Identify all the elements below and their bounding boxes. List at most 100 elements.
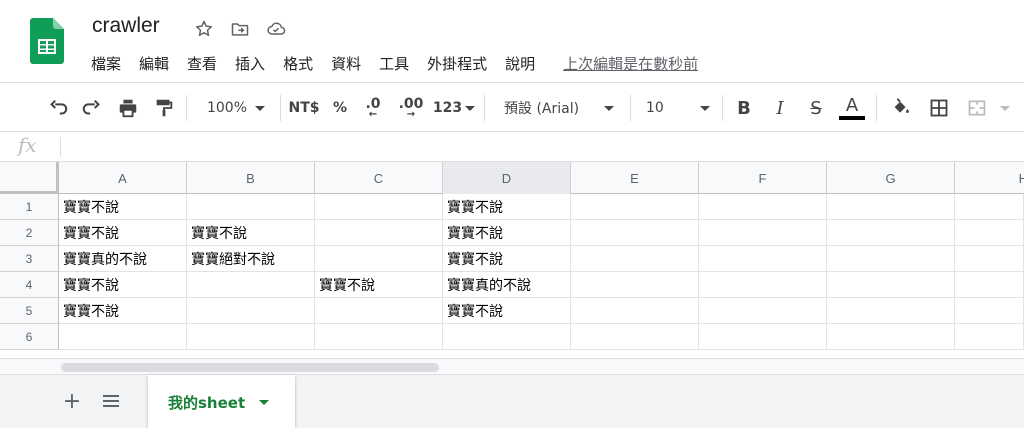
cell-c3[interactable] xyxy=(315,246,443,272)
cell-c2[interactable] xyxy=(315,220,443,246)
cell-c4[interactable]: 寶寶不說 xyxy=(315,272,443,298)
cell-g4[interactable] xyxy=(827,272,955,298)
column-header-a[interactable]: A xyxy=(59,162,187,194)
cell-b2[interactable]: 寶寶不說 xyxy=(187,220,315,246)
column-header-f[interactable]: F xyxy=(699,162,827,194)
cell-e1[interactable] xyxy=(571,194,699,220)
merge-cells-icon[interactable] xyxy=(962,83,992,133)
cell-b4[interactable] xyxy=(187,272,315,298)
bold-button[interactable]: B xyxy=(732,83,756,133)
cell-e6[interactable] xyxy=(571,324,699,350)
cell-b5[interactable] xyxy=(187,298,315,324)
italic-button[interactable]: I xyxy=(768,83,792,133)
cell-g2[interactable] xyxy=(827,220,955,246)
row-header-1[interactable]: 1 xyxy=(0,194,59,220)
column-header-d[interactable]: D xyxy=(443,162,571,194)
cell-d3[interactable]: 寶寶不說 xyxy=(443,246,571,272)
star-icon[interactable] xyxy=(193,18,215,40)
last-edit-link[interactable]: 上次編輯是在數秒前 xyxy=(563,53,698,74)
menu-help[interactable]: 說明 xyxy=(505,53,535,74)
strikethrough-button[interactable]: S xyxy=(804,83,828,133)
cell-b3[interactable]: 寶寶絕對不說 xyxy=(187,246,315,272)
row-header-3[interactable]: 3 xyxy=(0,246,59,272)
cell-a2[interactable]: 寶寶不說 xyxy=(59,220,187,246)
cell-a1[interactable]: 寶寶不說 xyxy=(59,194,187,220)
menu-tools[interactable]: 工具 xyxy=(379,53,409,74)
column-header-b[interactable]: B xyxy=(187,162,315,194)
fill-color-icon[interactable] xyxy=(888,83,914,133)
select-all-corner[interactable] xyxy=(0,162,59,194)
cell-f4[interactable] xyxy=(699,272,827,298)
borders-icon[interactable] xyxy=(926,83,952,133)
cell-b6[interactable] xyxy=(187,324,315,350)
cell-d5[interactable]: 寶寶不說 xyxy=(443,298,571,324)
cell-d2[interactable]: 寶寶不說 xyxy=(443,220,571,246)
cell-a4[interactable]: 寶寶不說 xyxy=(59,272,187,298)
cell-g5[interactable] xyxy=(827,298,955,324)
cell-f1[interactable] xyxy=(699,194,827,220)
redo-icon[interactable] xyxy=(78,83,106,133)
cell-e2[interactable] xyxy=(571,220,699,246)
cell-a3[interactable]: 寶寶真的不說 xyxy=(59,246,187,272)
row-header-6[interactable]: 6 xyxy=(0,324,59,350)
column-header-c[interactable]: C xyxy=(315,162,443,194)
chevron-down-icon[interactable] xyxy=(259,399,270,405)
cell-d1[interactable]: 寶寶不說 xyxy=(443,194,571,220)
row-header-4[interactable]: 4 xyxy=(0,272,59,298)
merge-options-chevron-icon[interactable] xyxy=(996,83,1014,133)
cell-c5[interactable] xyxy=(315,298,443,324)
cell-g6[interactable] xyxy=(827,324,955,350)
scrollbar-thumb[interactable] xyxy=(61,363,439,372)
cell-a5[interactable]: 寶寶不說 xyxy=(59,298,187,324)
zoom-select[interactable]: 100% xyxy=(196,83,276,133)
paint-format-icon[interactable] xyxy=(150,83,178,133)
undo-icon[interactable] xyxy=(44,83,72,133)
cell-e4[interactable] xyxy=(571,272,699,298)
cell-e3[interactable] xyxy=(571,246,699,272)
cell-h1[interactable] xyxy=(955,194,1024,220)
cell-h5[interactable] xyxy=(955,298,1024,324)
cell-h2[interactable] xyxy=(955,220,1024,246)
cell-h6[interactable] xyxy=(955,324,1024,350)
menu-edit[interactable]: 編輯 xyxy=(139,53,169,74)
menu-format[interactable]: 格式 xyxy=(283,53,313,74)
cell-g3[interactable] xyxy=(827,246,955,272)
row-header-5[interactable]: 5 xyxy=(0,298,59,324)
cell-c1[interactable] xyxy=(315,194,443,220)
formula-input[interactable] xyxy=(64,132,1014,161)
font-family-select[interactable]: 預設 (Arial) xyxy=(494,83,622,133)
document-title[interactable]: crawler xyxy=(92,14,160,38)
cell-h3[interactable] xyxy=(955,246,1024,272)
move-to-folder-icon[interactable] xyxy=(229,18,251,40)
cell-h4[interactable] xyxy=(955,272,1024,298)
font-size-select[interactable]: 10 xyxy=(638,83,716,133)
column-header-g[interactable]: G xyxy=(827,162,955,194)
menu-data[interactable]: 資料 xyxy=(331,53,361,74)
currency-format-button[interactable]: NT$ xyxy=(286,83,322,133)
menu-insert[interactable]: 插入 xyxy=(235,53,265,74)
decrease-decimal-button[interactable]: .0 ← xyxy=(358,83,388,133)
column-header-e[interactable]: E xyxy=(571,162,699,194)
cell-f2[interactable] xyxy=(699,220,827,246)
cell-f5[interactable] xyxy=(699,298,827,324)
column-header-h[interactable]: H xyxy=(955,162,1024,194)
cell-d4[interactable]: 寶寶真的不說 xyxy=(443,272,571,298)
cell-e5[interactable] xyxy=(571,298,699,324)
more-formats-select[interactable]: 123 xyxy=(432,83,476,133)
horizontal-scrollbar[interactable] xyxy=(0,358,1024,374)
sheet-tab-active[interactable]: 我的sheet xyxy=(148,375,295,428)
cell-b1[interactable] xyxy=(187,194,315,220)
sheets-logo-icon[interactable] xyxy=(30,18,64,64)
cell-d6[interactable] xyxy=(443,324,571,350)
row-header-2[interactable]: 2 xyxy=(0,220,59,246)
text-color-button[interactable]: A xyxy=(838,83,866,133)
print-icon[interactable] xyxy=(114,83,142,133)
menu-file[interactable]: 檔案 xyxy=(91,53,121,74)
menu-view[interactable]: 查看 xyxy=(187,53,217,74)
cell-c6[interactable] xyxy=(315,324,443,350)
menu-addons[interactable]: 外掛程式 xyxy=(427,53,487,74)
increase-decimal-button[interactable]: .00 → xyxy=(394,83,428,133)
percent-format-button[interactable]: % xyxy=(328,83,352,133)
cell-f6[interactable] xyxy=(699,324,827,350)
add-sheet-button[interactable]: + xyxy=(60,389,84,414)
